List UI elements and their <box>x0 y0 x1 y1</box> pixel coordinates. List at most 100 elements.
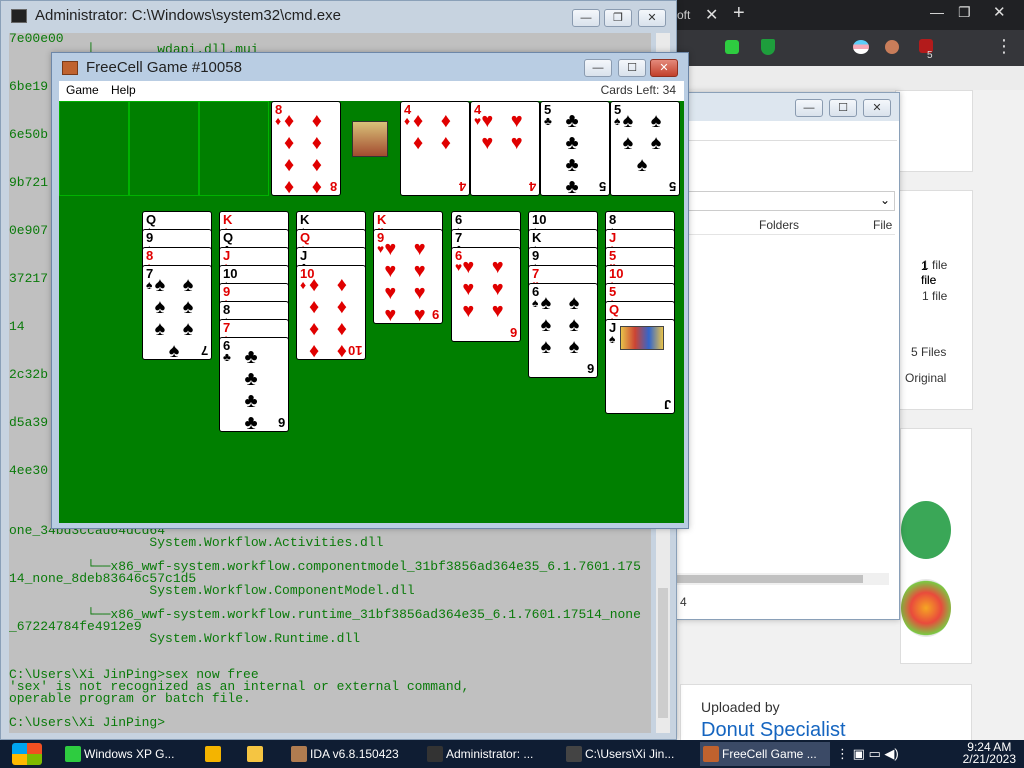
taskbar-item[interactable] <box>244 742 284 766</box>
card-pips: ♠ ♠ ♠ ♠ ♠ <box>622 110 668 176</box>
card[interactable]: 6 ♥ ♥ ♥ ♥ ♥ ♥ ♥ 6 <box>451 247 521 342</box>
list-item-1[interactable]: 1 file <box>922 258 947 272</box>
app-icon <box>427 746 443 762</box>
card[interactable]: 6♣♣ ♣ ♣ ♣ ♣ ♣6 <box>219 337 289 432</box>
cmd-title: Administrator: C:\Windows\system32\cmd.e… <box>35 7 341 24</box>
close-button[interactable]: ✕ <box>638 9 666 27</box>
game-board[interactable]: 8 ♦ ♦ ♦ ♦ ♦ ♦ ♦ ♦ ♦ 8 4 ♦ ♦ ♦ ♦ ♦ 4 4 ♥ ♥ ♥ ♥ ♥ 4 5 ♣… <box>59 101 684 523</box>
close-button[interactable]: ✕ <box>863 99 891 117</box>
minimize-icon[interactable]: — <box>930 4 944 20</box>
console-line: C:\Users\Xi JinPing> <box>9 715 166 730</box>
filter-dropdown[interactable]: ⌄ <box>677 191 895 211</box>
close-icon[interactable]: ✕ <box>993 3 1006 21</box>
card-rank-corner: 6 <box>277 415 285 430</box>
taskbar-item[interactable]: Windows XP G... <box>62 742 198 766</box>
menu-icon[interactable]: ⋮ <box>995 36 1013 57</box>
free-cell[interactable] <box>59 101 129 196</box>
card-suit: ♦ <box>404 114 411 128</box>
extension-icon[interactable] <box>725 40 739 54</box>
explorer-titlebar: — ☐ ✕ <box>677 93 899 121</box>
card[interactable]: 4 ♦ ♦ ♦ ♦ ♦ 4 <box>400 101 470 196</box>
close-tab-icon[interactable]: ✕ <box>705 5 718 25</box>
free-cell[interactable] <box>199 101 269 196</box>
scroll-thumb[interactable] <box>658 588 668 718</box>
folders-column-header[interactable]: Folders <box>759 218 799 232</box>
card-pips: ♥ ♥ ♥ ♥ ♥ ♥ ♥ ♥ ♥ <box>384 238 432 324</box>
card[interactable]: 9♥♥ ♥ ♥ ♥ ♥ ♥ ♥ ♥ ♥9 <box>373 229 443 324</box>
card-rank-corner: 7 <box>200 343 208 358</box>
card-rank-corner: 6 <box>509 325 517 340</box>
card[interactable]: 7 ♠ ♠ ♠ ♠ ♠ ♠ ♠ ♠ 7 <box>142 265 212 360</box>
card-pips: ♣ ♣ ♣ ♣ ♣ <box>565 110 585 196</box>
card-rank-corner: 9 <box>431 307 439 322</box>
uploader-link[interactable]: Donut Specialist <box>701 719 846 742</box>
card[interactable]: J ♠ J <box>605 319 675 414</box>
card[interactable]: 5♣♣ ♣ ♣ ♣ ♣5 <box>540 101 610 196</box>
maximize-button[interactable]: ☐ <box>829 99 857 117</box>
card[interactable]: 8 ♦ ♦ ♦ ♦ ♦ ♦ ♦ ♦ ♦ 8 <box>271 101 341 196</box>
shield-icon[interactable] <box>761 39 775 55</box>
console-line: 9b721 <box>9 175 49 190</box>
start-button[interactable] <box>8 740 48 768</box>
freecell-title: FreeCell Game #10058 <box>86 59 242 76</box>
taskbar-item[interactable] <box>202 742 240 766</box>
card-rank-corner: 5 <box>598 179 606 194</box>
minimize-button[interactable]: — <box>572 9 600 27</box>
console-line: 6be19 <box>9 79 49 94</box>
browser-toolbar: 5 ⋮ <box>675 30 1024 66</box>
card-rank-corner: J <box>663 397 671 412</box>
app-icon <box>703 746 719 762</box>
clock[interactable]: 9:24 AM 2/21/2023 <box>963 741 1016 765</box>
card[interactable]: 6 ♠ ♠ ♠ ♠ ♠ ♠ ♠ 6 <box>528 283 598 378</box>
menu-game[interactable]: Game <box>66 83 99 97</box>
card-suit: ♠ <box>532 296 539 310</box>
card-suit: ♠ <box>146 278 153 292</box>
minimize-button[interactable]: — <box>584 59 612 77</box>
card-face-art <box>620 326 664 350</box>
console-line: d5a39 <box>9 415 49 430</box>
file-column-header[interactable]: File <box>873 218 892 232</box>
card[interactable]: 4 ♥ ♥ ♥ ♥ ♥ 4 <box>470 101 540 196</box>
scroll-thumb[interactable] <box>677 575 863 583</box>
card[interactable]: 10♦♦ ♦ ♦ ♦ ♦ ♦ ♦ ♦ ♦ ♦10 <box>296 265 366 360</box>
h-scrollbar[interactable] <box>677 573 889 585</box>
content-panel <box>900 428 972 664</box>
new-tab-icon[interactable]: + <box>733 2 745 25</box>
avatar[interactable] <box>885 40 899 54</box>
restore-icon[interactable]: ❐ <box>958 4 971 21</box>
list-item-3[interactable]: 5 Files <box>911 345 946 359</box>
list-item-4[interactable]: Original <box>905 371 946 385</box>
card-rank-corner: 5 <box>668 179 676 194</box>
browser-tab-text[interactable]: oft <box>677 8 690 22</box>
maximize-button[interactable]: ❐ <box>604 9 632 27</box>
close-button[interactable]: ✕ <box>650 59 678 77</box>
menu-help[interactable]: Help <box>111 83 136 97</box>
taskbar-item-label: IDA v6.8.150423 <box>310 747 399 761</box>
free-cell[interactable] <box>129 101 199 196</box>
column-header: Folders File <box>677 215 895 235</box>
taskbar-item-label: C:\Users\Xi Jin... <box>585 747 675 761</box>
taskbar-item[interactable]: Administrator: ... <box>424 742 559 766</box>
address-bar[interactable] <box>677 121 897 141</box>
taskbar-item[interactable]: IDA v6.8.150423 <box>288 742 420 766</box>
console-line: System.Workflow.ComponentModel.dll <box>9 583 415 598</box>
minimize-button[interactable]: — <box>795 99 823 117</box>
freecell-app-icon <box>62 61 78 75</box>
card-rank-corner: 6 <box>586 361 594 376</box>
app-icon <box>566 746 582 762</box>
console-line: 14 <box>9 319 25 334</box>
list-item-2[interactable]: 1 file <box>922 289 947 303</box>
card-pips: ♦ ♦ ♦ ♦ <box>413 110 457 154</box>
card[interactable]: 5 ♠ ♠ ♠ ♠ ♠ ♠ 5 <box>610 101 680 196</box>
console-line: 2c32b <box>9 367 49 382</box>
card-pips: ♠ ♠ ♠ ♠ ♠ ♠ <box>540 292 586 358</box>
maximize-button[interactable]: ☐ <box>618 59 646 77</box>
taskbar-item[interactable]: C:\Users\Xi Jin... <box>563 742 696 766</box>
taskbar-item[interactable]: FreeCell Game ... <box>700 742 830 766</box>
card-pips: ♦ ♦ ♦ ♦ ♦ ♦ ♦ ♦ ♦ ♦ <box>309 274 353 360</box>
taskbar-item-label: FreeCell Game ... <box>722 747 817 761</box>
opensource-icon <box>901 501 951 559</box>
card-suit: ♦ <box>275 114 282 128</box>
freecell-menubar: Game Help Cards Left: 34 <box>59 81 684 101</box>
flag-icon[interactable] <box>853 40 869 54</box>
